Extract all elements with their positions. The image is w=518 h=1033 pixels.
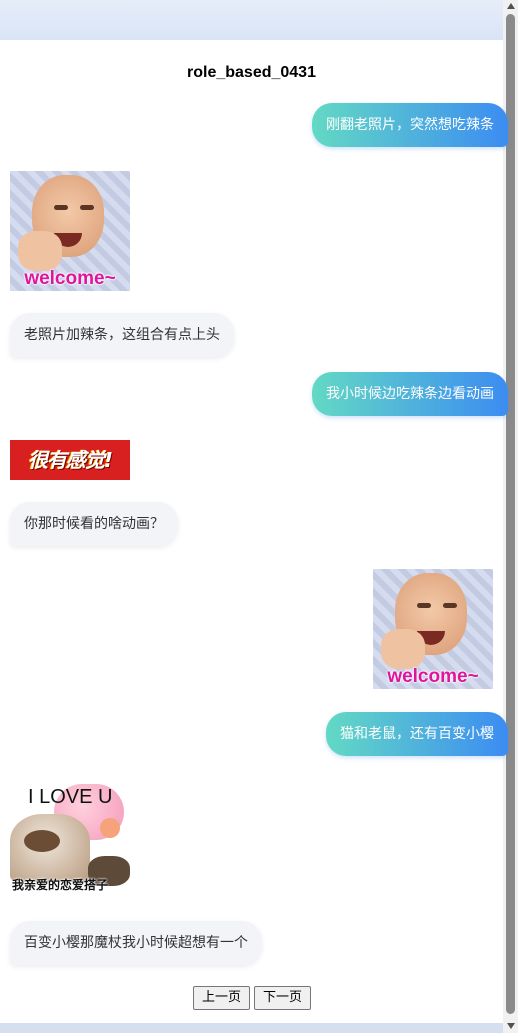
cat-love-sticker: I LOVE U 我亲爱的恋爱搭子 bbox=[10, 778, 130, 898]
scroll-down-arrow-icon[interactable] bbox=[507, 1023, 515, 1029]
bot-message: 百变小樱那魔杖我小时候超想有一个 bbox=[10, 921, 262, 965]
header-band bbox=[0, 0, 503, 40]
hand-wave-image bbox=[18, 231, 62, 271]
prev-page-button[interactable]: 上一页 bbox=[193, 986, 251, 1010]
sticker-caption: 很有感觉! bbox=[27, 448, 113, 472]
sticker-caption: welcome~ bbox=[387, 666, 479, 687]
baby-welcome-sticker: welcome~ bbox=[373, 569, 493, 689]
sticker-caption-bottom: 我亲爱的恋爱搭子 bbox=[12, 878, 109, 892]
baby-welcome-sticker: welcome~ bbox=[10, 171, 130, 291]
user-message: 我小时候边吃辣条边看动画 bbox=[312, 372, 508, 416]
next-page-button[interactable]: 下一页 bbox=[254, 986, 312, 1010]
feeling-sticker: 很有感觉! bbox=[10, 440, 130, 480]
footer-band bbox=[0, 1023, 503, 1033]
flower-icon bbox=[100, 818, 120, 838]
hand-wave-image bbox=[381, 629, 425, 669]
bot-message: 老照片加辣条，这组合有点上头 bbox=[10, 313, 234, 357]
user-message: 猫和老鼠，还有百变小樱 bbox=[326, 712, 508, 756]
scrollbar-thumb[interactable] bbox=[506, 14, 515, 1014]
bot-message: 你那时候看的啥动画？ bbox=[10, 502, 178, 546]
sticker-caption-top: I LOVE U bbox=[28, 786, 113, 808]
user-message: 刚翻老照片，突然想吃辣条 bbox=[312, 103, 508, 147]
chat-title: role_based_0431 bbox=[187, 64, 316, 81]
scroll-up-arrow-icon[interactable] bbox=[507, 3, 515, 9]
sticker-caption: welcome~ bbox=[24, 268, 116, 289]
